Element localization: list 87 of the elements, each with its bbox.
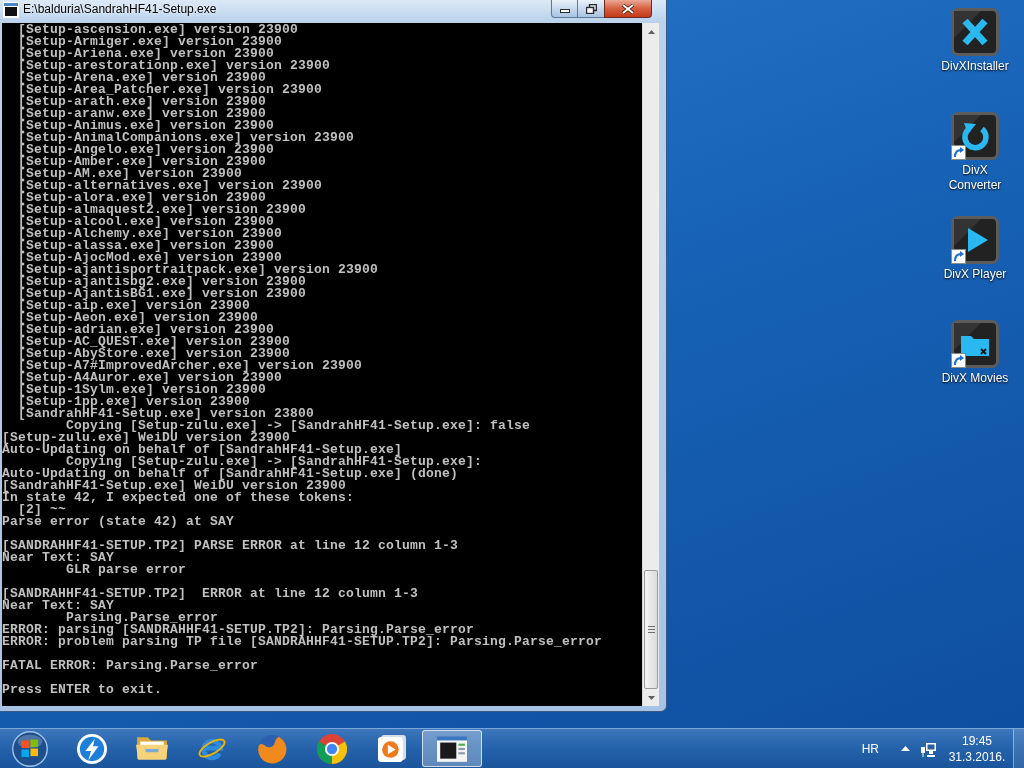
console-line: [Setup-A7#ImprovedArcher.exe] version 23900 — [17, 360, 363, 372]
console-line: [Setup-arath.exe] version 23900 — [17, 96, 267, 108]
console-window-icon — [3, 2, 19, 18]
console-line: GLR parse error — [65, 564, 187, 576]
folder-icon — [136, 736, 168, 761]
network-icon[interactable] — [921, 740, 937, 757]
x-tile-icon — [951, 8, 999, 56]
restore-icon — [585, 3, 597, 14]
play-tile-icon — [951, 216, 999, 264]
console-line: ERROR: parsing [SANDRAHHF41-SETUP.TP2]: Parsing.Parse_error — [2, 624, 475, 636]
language-indicator[interactable]: HR — [861, 741, 879, 756]
console-line: Copying [Setup-zulu.exe] -> [SandrahHF41-Setup.exe]: — [66, 456, 483, 468]
console-line: [Setup-ascension.exe] version 23900 — [17, 24, 299, 36]
console-line: [Setup-1Sylm.exe] version 23900 — [17, 384, 267, 396]
console-line: [Setup-AM.exe] version 23900 — [17, 168, 243, 180]
clock-time: 19:45 — [962, 732, 992, 749]
console-line: [SandrahHF41-Setup.exe] version 23800 — [17, 408, 315, 420]
console-line: Press ENTER to exit. — [2, 684, 163, 696]
console-line: [Setup-adrian.exe] version 23900 — [17, 324, 275, 336]
console-line: [SANDRAHHF41-SETUP.TP2] PARSE ERROR at line 12 column 1-3 — [2, 540, 459, 552]
desktop-shortcut[interactable]: DivX Player — [937, 214, 1013, 282]
console-line: [Setup-alora.exe] version 23900 — [17, 192, 267, 204]
console-line: [2] ~~ — [18, 504, 66, 516]
console-line: [Setup-Area_Patcher.exe] version 23900 — [17, 84, 323, 96]
console-line: Auto-Updating on behalf of [SandrahHF41-Setup.exe] — [2, 444, 403, 456]
console-line: [Setup-Amber.exe] version 23900 — [17, 156, 267, 168]
caret-up-icon — [900, 746, 910, 751]
console-line: In state 42, I expected one of these tokens: — [2, 492, 355, 504]
console-line: [Setup-alternatives.exe] version 23900 — [17, 180, 323, 192]
grip-icon — [647, 626, 655, 633]
minimize-icon — [559, 9, 570, 13]
window-title: E:\balduria\SandrahHF41-Setup.exe — [23, 2, 217, 17]
console-line: [Setup-AnimalCompanions.exe] version 23900 — [17, 132, 355, 144]
console-line: [Setup-Ariena.exe] version 23900 — [17, 48, 275, 60]
close-icon — [622, 3, 634, 14]
fox-globe-icon — [257, 733, 287, 764]
segmented-circle-icon — [317, 733, 347, 764]
console-line: [Setup-1pp.exe] version 23900 — [17, 396, 251, 408]
console-line: [Setup-A4Auror.exe] version 23900 — [17, 372, 283, 384]
console-line: [Setup-AC_QUEST.exe] version 23900 — [17, 336, 291, 348]
console-line: [Setup-Arena.exe] version 23900 — [17, 72, 267, 84]
console-line: [Setup-Angelo.exe] version 23900 — [17, 144, 275, 156]
console-line: [Setup-Alchemy.exe] version 23900 — [17, 228, 283, 240]
console-line: [Setup-aranw.exe] version 23900 — [17, 108, 267, 120]
console-line: Auto-Updating on behalf of [SandrahHF41-Setup.exe] (done) — [2, 468, 459, 480]
taskbar-button[interactable] — [422, 730, 482, 767]
show-desktop-button[interactable] — [1013, 729, 1024, 768]
restore-button[interactable] — [578, 0, 604, 18]
console-line: [SANDRAHHF41-SETUP.TP2] ERROR at line 12 column 1-3 — [2, 588, 419, 600]
caret-up-icon — [647, 29, 655, 34]
console-line: [Setup-Animus.exe] version 23900 — [17, 120, 275, 132]
console-line: [Setup-Aeon.exe] version 23900 — [17, 312, 259, 324]
caret-down-icon — [647, 695, 655, 700]
flag-orb-icon — [12, 730, 48, 767]
scrollbar-thumb[interactable] — [644, 570, 658, 689]
console-line: [Setup-arestorationp.exe] version 23900 — [17, 60, 331, 72]
console-line: [Setup-almaquest2.exe] version 23900 — [17, 204, 307, 216]
console-line: [Setup-ajantisportraitpack.exe] version 23900 — [17, 264, 379, 276]
close-button[interactable] — [604, 0, 652, 18]
console-line: ERROR: problem parsing TP file [SANDRAHHF41-SETUP.TP2]: Parsing.Parse_error — [2, 636, 603, 648]
console-window-icon — [437, 735, 467, 762]
folder-tile-icon — [951, 320, 999, 368]
console-line: [Setup-alcool.exe] version 23900 — [17, 216, 275, 228]
console-line: Near Text: SAY — [2, 600, 115, 612]
minimize-button[interactable] — [551, 0, 578, 18]
console-line: [SandrahHF41-Setup.exe] WeiDU version 23900 — [2, 480, 347, 492]
console-line: Copying [Setup-zulu.exe] -> [SandrahHF41-Setup.exe]: false — [66, 420, 531, 432]
desktop-shortcut[interactable]: DivX Converter — [937, 110, 1013, 193]
console-line: [Setup-ajantisbg2.exe] version 23900 — [17, 276, 307, 288]
play-circle-icon — [378, 735, 406, 762]
desktop-shortcut[interactable]: DivX Movies — [937, 318, 1013, 386]
console-line: Parse error (state 42) at SAY — [2, 516, 235, 528]
console-line: [Setup-AjocMod.exe] version 23900 — [17, 252, 283, 264]
console-line: FATAL ERROR: Parsing.Parse_error — [2, 660, 259, 672]
console-line: [Setup-alassa.exe] version 23900 — [17, 240, 275, 252]
console-line: Parsing.Parse_error — [66, 612, 219, 624]
lightning-icon — [77, 733, 107, 764]
desktop-shortcut[interactable]: DivXInstaller — [937, 6, 1013, 74]
console-line: [Setup-Armiger.exe] version 23900 — [17, 36, 283, 48]
console-line: [Setup-zulu.exe] WeiDU version 23900 — [2, 432, 291, 444]
console-line: [Setup-AbyStore.exe] version 23900 — [17, 348, 291, 360]
console-line: [Setup-aip.exe] version 23900 — [17, 300, 251, 312]
console-line: [Setup-AjantisBG1.exe] version 23900 — [17, 288, 307, 300]
console-line: Near Text: SAY — [2, 552, 115, 564]
circular-arrow-tile-icon — [951, 112, 999, 160]
scrollbar[interactable] — [642, 23, 659, 706]
clock-date: 31.3.2016. — [948, 748, 1006, 765]
